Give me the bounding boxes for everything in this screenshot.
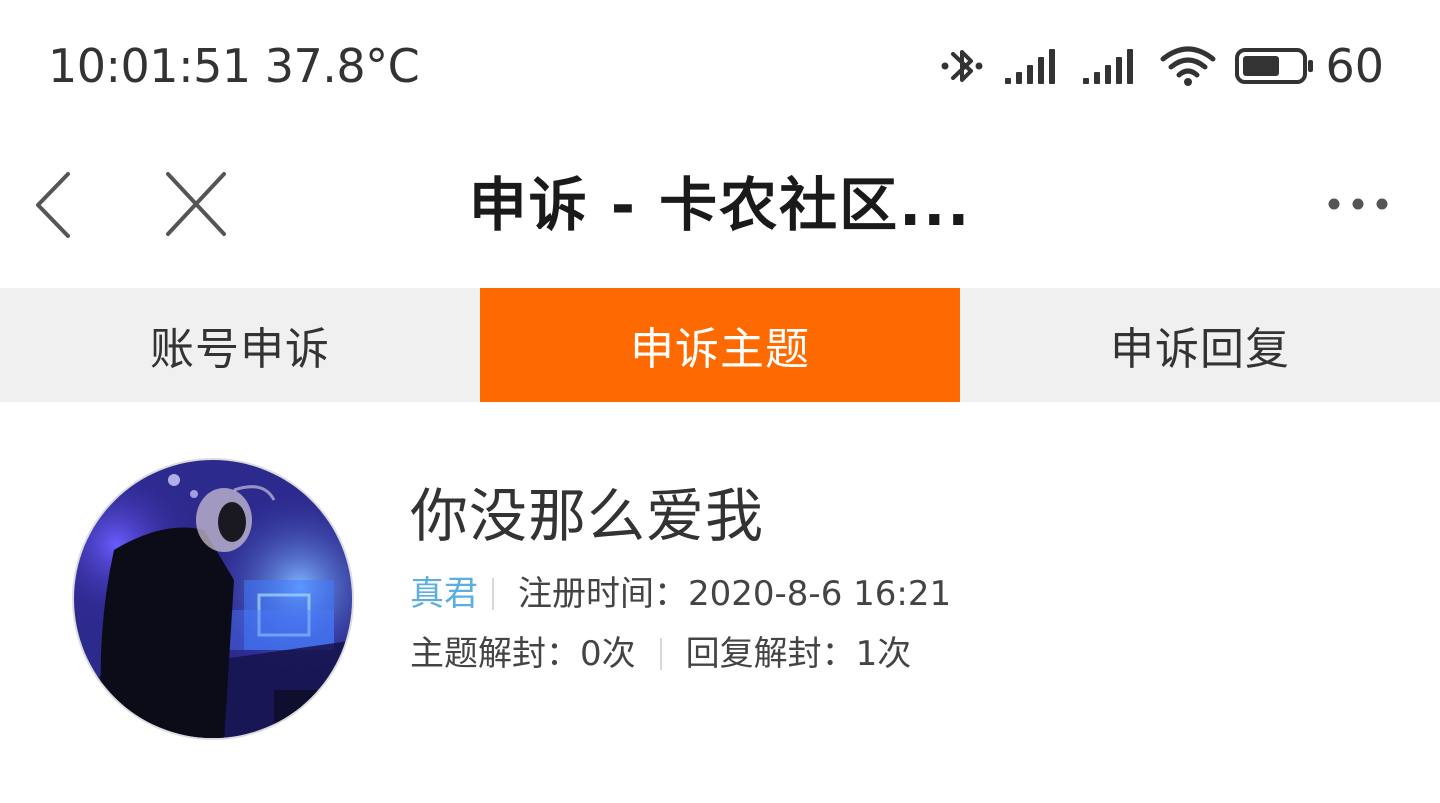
register-time-label: 注册时间： (518, 574, 688, 614)
tab-bar: 账号申诉 申诉主题 申诉回复 (0, 288, 1440, 402)
tab-account-appeal[interactable]: 账号申诉 (0, 288, 480, 402)
avatar-image (74, 460, 352, 738)
unban-stats-line: 主题解封： 0次 回复解封： 1次 (410, 632, 911, 676)
register-time-value: 2020-8-6 16:21 (688, 574, 952, 614)
signal-icon (1081, 46, 1141, 86)
divider (659, 638, 662, 670)
wifi-icon (1159, 45, 1217, 87)
back-button[interactable] (30, 170, 80, 240)
more-button[interactable] (1326, 188, 1390, 220)
status-time-temperature: 10:01:51 37.8°C (48, 39, 420, 93)
tab-reply-appeal[interactable]: 申诉回复 (960, 288, 1440, 402)
more-horizontal-icon (1328, 198, 1388, 210)
close-icon (166, 172, 226, 236)
close-button[interactable] (160, 170, 232, 240)
status-icons: 60 (939, 38, 1384, 94)
bluetooth-icon (939, 41, 985, 91)
divider (492, 578, 494, 610)
avatar (72, 458, 354, 740)
reply-unban-count: 1次 (855, 634, 912, 674)
battery-icon (1235, 46, 1315, 86)
topic-unban-label: 主题解封： (410, 634, 580, 674)
user-profile-card: 你没那么爱我 真君 注册时间： 2020-8-6 16:21 主题解封： 0次 … (0, 402, 1440, 803)
page-title: 申诉 - 卡农社区... (468, 171, 972, 239)
status-bar: 10:01:51 37.8°C 60 (0, 0, 1440, 130)
battery-percentage: 60 (1325, 39, 1384, 93)
signal-icon (1003, 46, 1063, 86)
navigation-bar: 申诉 - 卡农社区... (0, 140, 1440, 270)
user-rank: 真君 (410, 574, 478, 614)
tab-topic-appeal[interactable]: 申诉主题 (480, 288, 960, 402)
user-meta-line: 真君 注册时间： 2020-8-6 16:21 (410, 572, 951, 616)
username: 你没那么爱我 (410, 482, 765, 550)
chevron-left-icon (36, 172, 70, 238)
topic-unban-count: 0次 (580, 634, 636, 674)
reply-unban-label: 回复解封： (685, 634, 856, 674)
